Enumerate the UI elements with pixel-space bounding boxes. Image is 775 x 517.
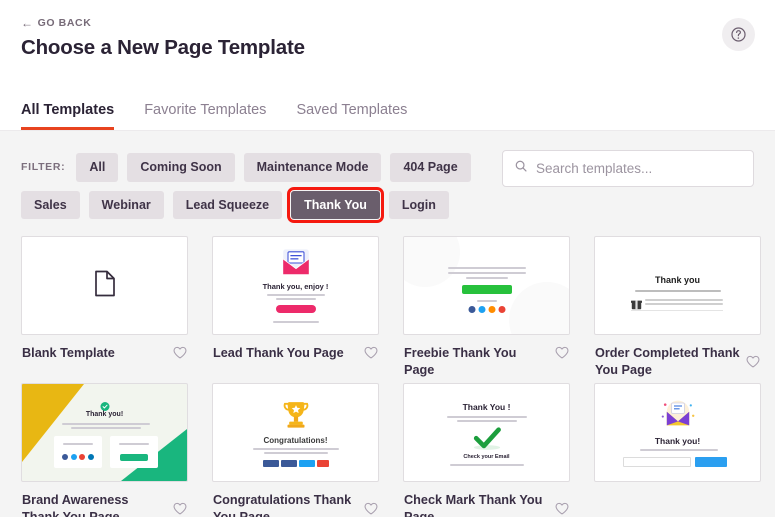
heart-outline-icon[interactable] [746,355,760,373]
preview-subheading: Check your Email [404,454,569,460]
thumbnail-art [404,237,569,334]
heart-outline-icon[interactable] [364,502,378,517]
heart-outline-icon[interactable] [173,346,187,364]
preview-heading: Thank you [595,275,760,285]
tab-all-templates-label: All Templates [21,102,114,118]
tab-all-templates[interactable]: All Templates [21,102,114,130]
template-grid: Blank Template [0,228,775,517]
filter-row-2: Sales Webinar Lead Squeeze Thank You Log… [21,191,491,220]
social-icons [468,306,505,313]
template-thumbnail-freebie[interactable] [403,236,570,335]
template-title[interactable]: Blank Template [22,345,115,362]
template-card-footer: Freebie Thank You Page [403,335,570,379]
document-icon [94,270,116,302]
template-title[interactable]: Freebie Thank You Page [404,345,549,379]
share-buttons [263,460,329,467]
go-back-label: GO BACK [38,17,92,29]
template-card[interactable]: Freebie Thank You Page [403,236,570,383]
tab-favorite-templates[interactable]: Favorite Templates [144,102,266,130]
preview-heading: Thank You ! [404,402,569,412]
filter-row-1: FILTER: All Coming Soon Maintenance Mode… [21,153,491,182]
heart-outline-icon[interactable] [555,346,569,364]
filter-chip-login[interactable]: Login [389,191,449,220]
preview-heading: Thank you, enjoy ! [213,282,378,291]
filter-chip-webinar[interactable]: Webinar [89,191,164,220]
filter-chip-lead-squeeze[interactable]: Lead Squeeze [173,191,282,220]
green-check-icon [470,427,504,456]
preview-heading: Thank you! [22,411,187,418]
colorful-envelope-icon [658,398,698,437]
preview-cta-button [276,305,316,313]
filter-chip-maintenance-mode[interactable]: Maintenance Mode [244,153,382,182]
tab-saved-templates-label: Saved Templates [296,102,407,118]
filter-chip-coming-soon[interactable]: Coming Soon [127,153,234,182]
filter-chip-sales[interactable]: Sales [21,191,80,220]
template-card[interactable]: Thank you! [594,383,761,517]
heart-outline-icon[interactable] [173,502,187,517]
preview-cta-button [462,285,512,294]
template-thumbnail-checkmark[interactable]: Thank You ! Check your Email [403,383,570,482]
template-thumbnail-lead[interactable]: Thank you, enjoy ! [212,236,379,335]
template-card-footer: Blank Template [21,335,188,364]
heart-outline-icon[interactable] [364,346,378,364]
template-card-footer: Lead Thank You Page [212,335,379,364]
preview-heading: Thank you! [595,436,760,446]
template-card[interactable]: Congratulations! Congratulations Thank Y… [212,383,379,517]
filter-chip-thank-you[interactable]: Thank You [291,191,380,220]
template-card[interactable]: Blank Template [21,236,188,383]
template-thumbnail-blank[interactable] [21,236,188,335]
template-card[interactable]: Thank You ! Check your Email Check Mark … [403,383,570,517]
thumbnail-art: Thank you [595,237,760,334]
filter-label: FILTER: [21,161,67,173]
thumbnail-art: Thank you! [22,384,187,481]
filter-chip-404-page[interactable]: 404 Page [390,153,470,182]
template-tabs: All Templates Favorite Templates Saved T… [21,102,407,130]
template-card[interactable]: Thank you, enjoy ! Lead Thank You Page [212,236,379,383]
thumbnail-art: Thank You ! Check your Email [404,384,569,481]
template-card[interactable]: Thank you! [21,383,188,517]
page-title: Choose a New Page Template [21,36,305,60]
filter-chip-groups: FILTER: All Coming Soon Maintenance Mode… [21,153,491,228]
template-card-footer: Congratulations Thank You Page [212,482,379,517]
filter-chip-all[interactable]: All [76,153,118,182]
template-thumbnail-congrats[interactable]: Congratulations! [212,383,379,482]
search-input[interactable] [536,161,742,176]
search-icon [514,159,528,178]
thumbnail-art: Thank you, enjoy ! [213,237,378,334]
search-box[interactable] [502,150,754,187]
question-circle-icon [730,26,747,43]
template-card-footer: Order Completed Thank You Page [594,335,761,379]
thumbnail-art: Congratulations! [213,384,378,481]
template-thumbnail-order[interactable]: Thank you [594,236,761,335]
preview-heading: Congratulations! [213,436,378,445]
help-button[interactable] [722,18,755,51]
template-card-footer: Brand Awareness Thank You Page [21,482,188,517]
filter-bar: FILTER: All Coming Soon Maintenance Mode… [0,131,775,228]
template-title[interactable]: Order Completed Thank You Page [595,345,740,379]
tab-saved-templates[interactable]: Saved Templates [296,102,407,130]
page-header: ← GO BACK Choose a New Page Template All… [0,0,775,131]
template-card-footer [594,482,761,492]
template-title[interactable]: Congratulations Thank You Page [213,492,358,517]
template-thumbnail-brand[interactable]: Thank you! [21,383,188,482]
template-chooser-page: ← GO BACK Choose a New Page Template All… [0,0,775,517]
template-card[interactable]: Thank you Order Completed Thank [594,236,761,383]
box-icon [631,297,642,315]
heart-outline-icon[interactable] [555,502,569,517]
thumbnail-art: Thank you! [595,384,760,481]
open-envelope-icon [280,249,312,282]
arrow-left-icon: ← [21,17,34,29]
template-title[interactable]: Brand Awareness Thank You Page [22,492,167,517]
trophy-icon [279,397,313,436]
go-back-link[interactable]: ← GO BACK [21,17,91,29]
template-title[interactable]: Check Mark Thank You Page [404,492,549,517]
tab-favorite-templates-label: Favorite Templates [144,102,266,118]
template-thumbnail-subscribe[interactable]: Thank you! [594,383,761,482]
template-title[interactable]: Lead Thank You Page [213,345,344,362]
template-card-footer: Check Mark Thank You Page [403,482,570,517]
